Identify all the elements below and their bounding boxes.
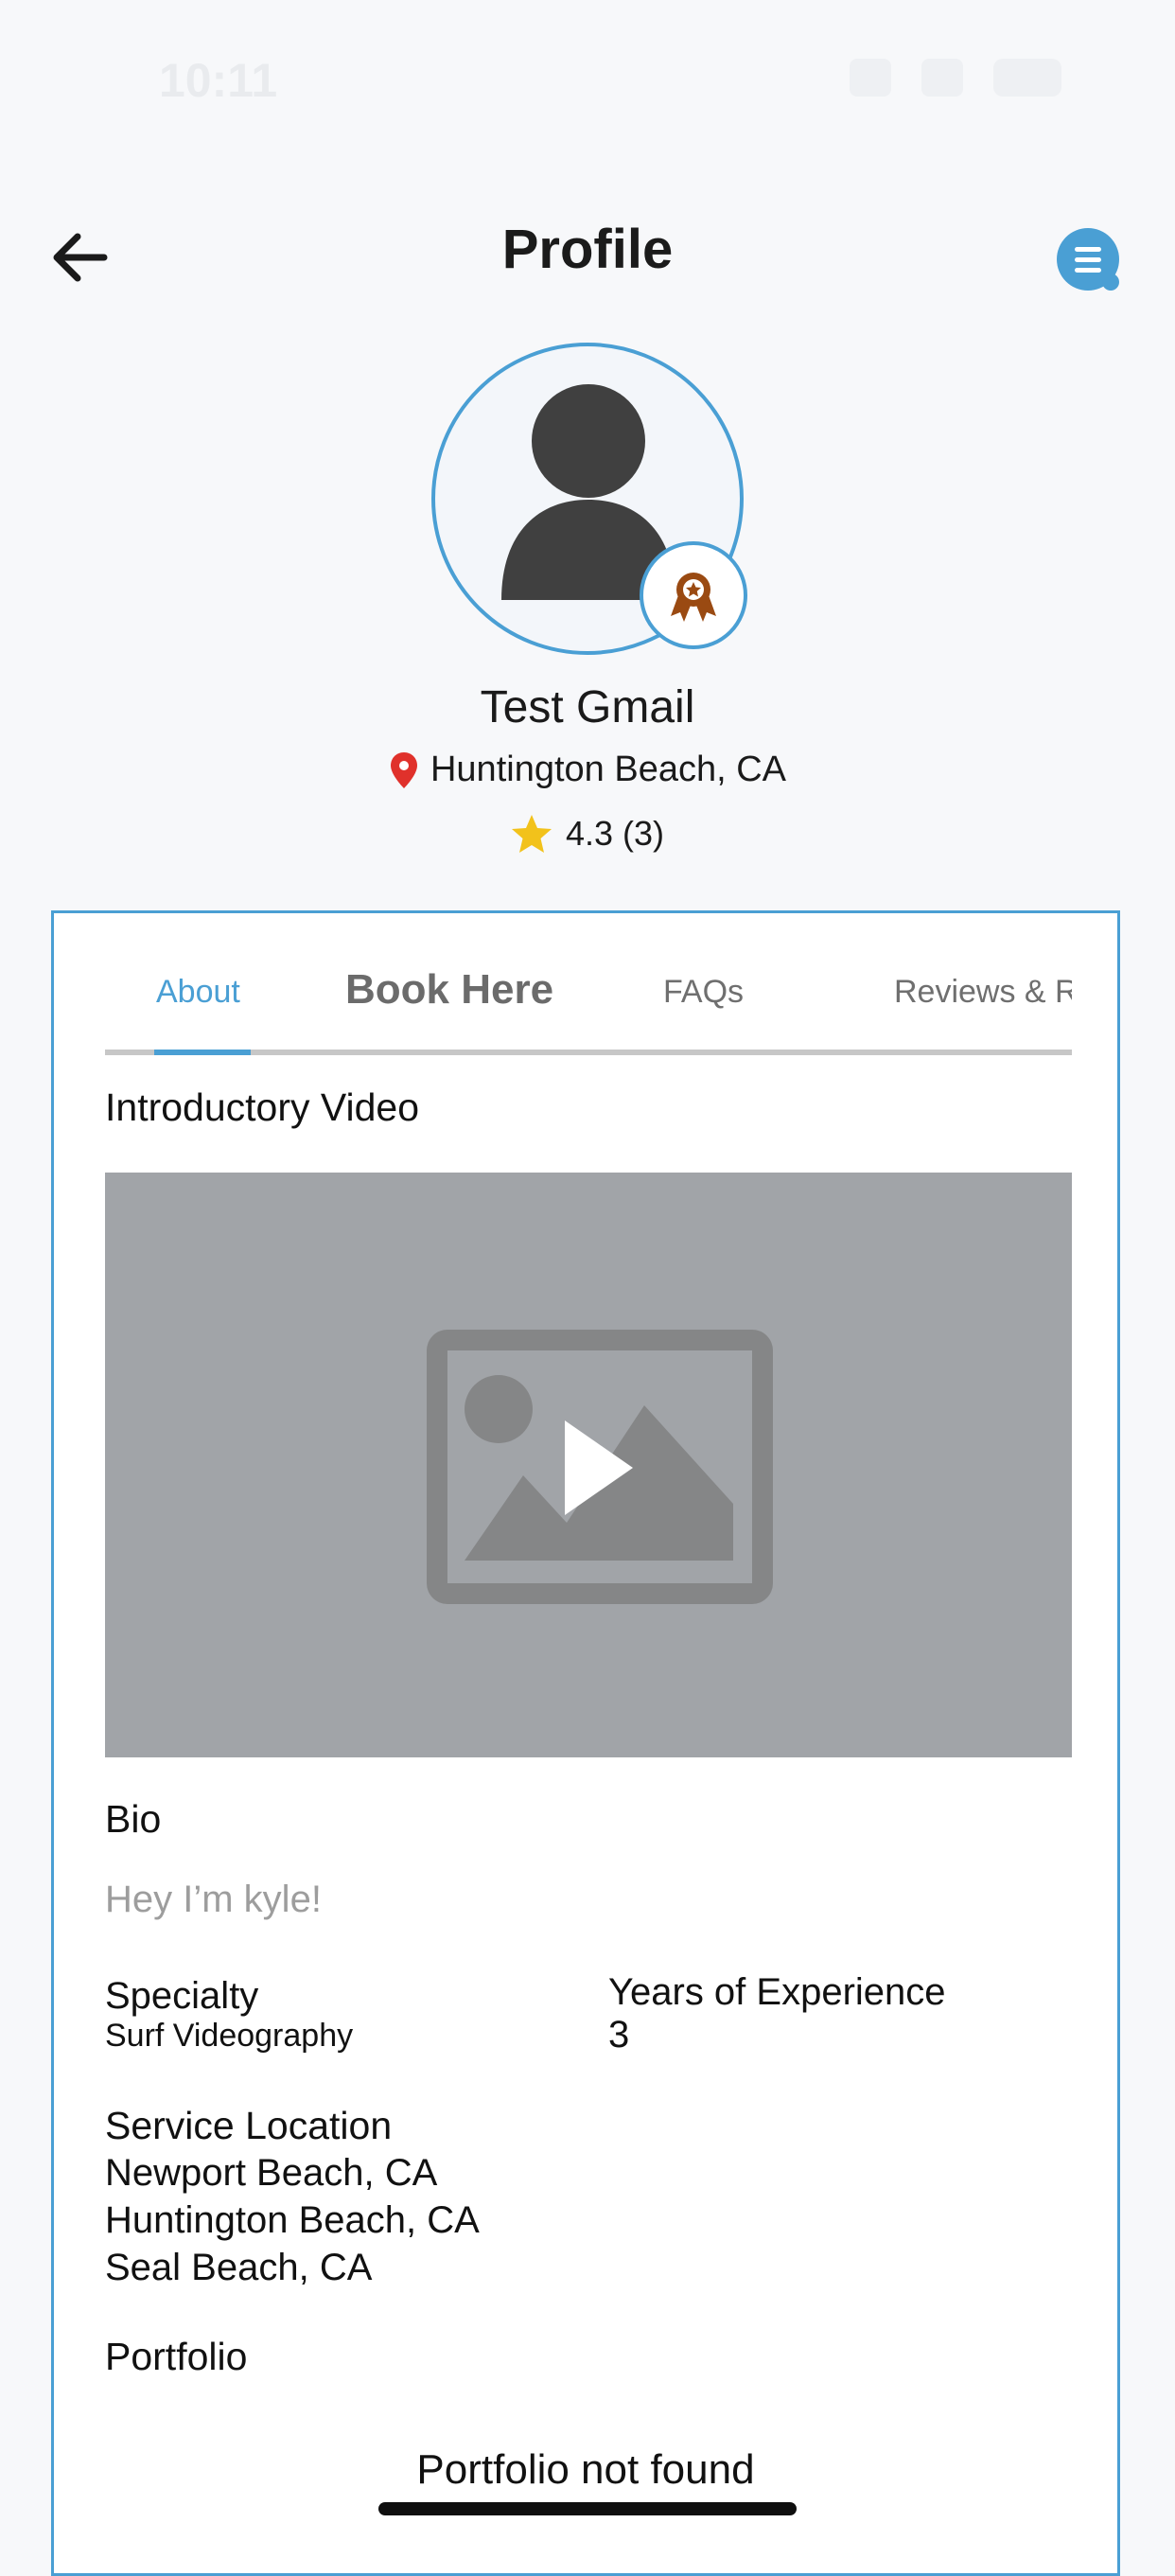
portfolio-label: Portfolio: [105, 2335, 248, 2378]
service-location-label: Service Location: [105, 2104, 393, 2147]
experience-label: Years of Experience: [608, 1971, 946, 2013]
status-time: 10:11: [159, 54, 278, 107]
star-icon: [511, 815, 552, 853]
profile-avatar[interactable]: [431, 343, 747, 655]
tab-faqs[interactable]: FAQs: [663, 974, 744, 1011]
service-location-item: Seal Beach, CA: [105, 2247, 373, 2288]
rating-text: 4.3 (3): [565, 814, 665, 853]
specialty-value: Surf Videography: [105, 2018, 354, 2054]
profile-rating: 4.3 (3): [0, 814, 1175, 854]
battery-icon: [993, 59, 1061, 97]
award-badge: [640, 541, 747, 649]
service-location-item: Newport Beach, CA: [105, 2152, 438, 2194]
wifi-icon: [921, 59, 963, 97]
tab-active-indicator: [154, 1050, 251, 1055]
profile-name: Test Gmail: [480, 682, 695, 732]
bio-label: Bio: [105, 1797, 162, 1841]
service-location-item: Huntington Beach, CA: [105, 2199, 480, 2241]
tab-about[interactable]: About: [156, 974, 240, 1011]
profile-location: Huntington Beach, CA: [0, 750, 1175, 790]
intro-video-label: Introductory Video: [105, 1085, 420, 1129]
specialty-block: Specialty Surf Videography: [105, 1975, 353, 2055]
tab-reviews[interactable]: Reviews & Rati: [894, 974, 1072, 1011]
bio-text: Hey I’m kyle!: [105, 1879, 322, 1920]
award-badge-icon: [671, 573, 716, 622]
profile-card: About Book Here FAQs Reviews & Rati Intr…: [51, 910, 1120, 2576]
airplane-icon: [850, 59, 891, 97]
location-text: Huntington Beach, CA: [430, 750, 786, 789]
chat-menu-icon: [1057, 228, 1119, 291]
specialty-label: Specialty: [105, 1975, 259, 2017]
tab-bar: About Book Here FAQs Reviews & Rati: [105, 951, 1072, 1055]
experience-block: Years of Experience 3: [608, 1971, 946, 2056]
portfolio-empty-message: Portfolio not found: [416, 2446, 755, 2493]
chat-menu-button[interactable]: [1056, 227, 1122, 293]
experience-value: 3: [608, 2014, 630, 2056]
top-bar: Profile: [0, 199, 1175, 312]
status-bar: 10:11: [0, 0, 1175, 170]
service-location-list: Newport Beach, CA Huntington Beach, CA S…: [105, 2149, 480, 2291]
intro-video-player[interactable]: [105, 1173, 1072, 1757]
status-icons: [850, 59, 1061, 97]
image-play-icon: [427, 1330, 773, 1604]
page-title: Profile: [501, 219, 674, 280]
tab-book-here[interactable]: Book Here: [345, 966, 553, 1014]
home-indicator: [378, 2502, 797, 2515]
location-pin-icon: [390, 751, 417, 788]
